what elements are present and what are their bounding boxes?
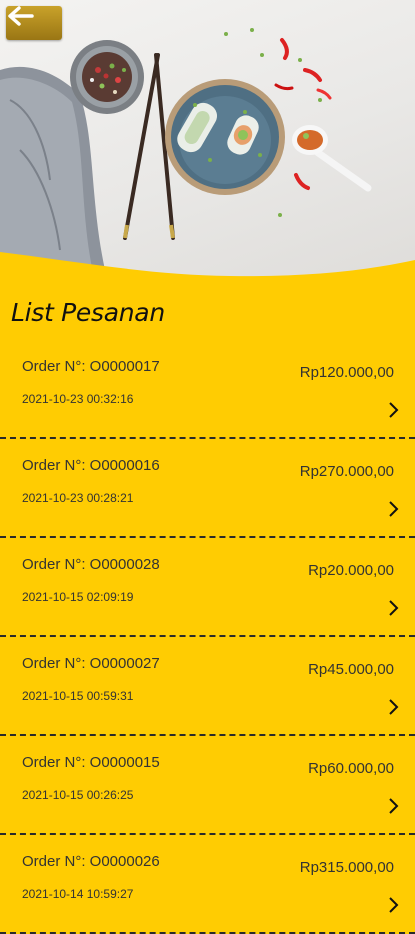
order-number: Order N°: O0000016 (22, 457, 160, 474)
order-list-item[interactable]: Order N°: O0000027 2021-10-15 00:59:31 R… (0, 637, 415, 736)
order-date: 2021-10-23 00:32:16 (22, 392, 134, 406)
order-list-item[interactable]: Order N°: O0000026 2021-10-14 10:59:27 R… (0, 835, 415, 934)
order-list-item[interactable]: Order N°: O0000028 2021-10-15 02:09:19 R… (0, 538, 415, 637)
order-number: Order N°: O0000026 (22, 853, 160, 870)
order-total: Rp315.000,00 (299, 859, 394, 876)
order-number: Order N°: O0000028 (22, 556, 160, 573)
hero-food-image (0, 0, 415, 290)
chevron-right-icon (389, 402, 399, 418)
chevron-right-icon (389, 600, 399, 616)
order-date: 2021-10-15 00:26:25 (22, 788, 134, 802)
order-number: Order N°: O0000027 (22, 655, 160, 672)
food-illustration (0, 28, 415, 290)
order-date: 2021-10-23 00:28:21 (22, 491, 134, 505)
order-date: 2021-10-14 10:59:27 (22, 887, 134, 901)
chevron-right-icon (389, 897, 399, 913)
order-total: Rp60.000,00 (308, 760, 394, 777)
chevron-right-icon (389, 699, 399, 715)
chevron-right-icon (389, 798, 399, 814)
order-total: Rp45.000,00 (308, 661, 394, 678)
arrow-left-icon (8, 6, 34, 26)
order-number: Order N°: O0000015 (22, 754, 160, 771)
chevron-right-icon (389, 501, 399, 517)
order-list-item[interactable]: Order N°: O0000016 2021-10-23 00:28:21 R… (0, 439, 415, 538)
page-title: List Pesanan (11, 298, 165, 327)
order-list-item[interactable]: Order N°: O0000015 2021-10-15 00:26:25 R… (0, 736, 415, 835)
order-list: Order N°: O0000017 2021-10-23 00:32:16 R… (0, 340, 415, 934)
order-number: Order N°: O0000017 (22, 358, 160, 375)
order-total: Rp120.000,00 (299, 364, 394, 381)
order-date: 2021-10-15 00:59:31 (22, 689, 134, 703)
order-list-item[interactable]: Order N°: O0000017 2021-10-23 00:32:16 R… (0, 340, 415, 439)
back-button[interactable] (6, 6, 62, 40)
order-total: Rp20.000,00 (308, 562, 394, 579)
order-date: 2021-10-15 02:09:19 (22, 590, 134, 604)
order-total: Rp270.000,00 (299, 463, 394, 480)
